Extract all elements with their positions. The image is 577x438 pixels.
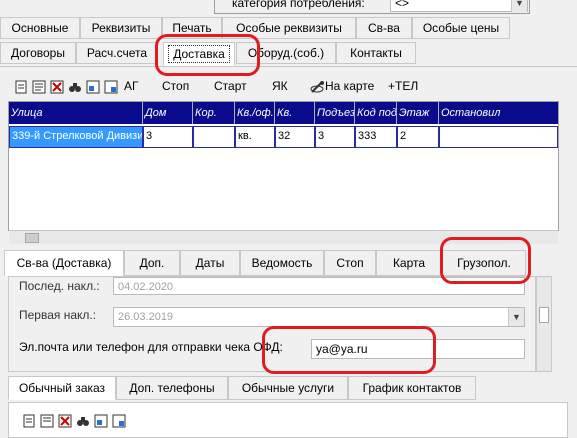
tab-print[interactable]: Печать [162,17,222,39]
cell-stopped[interactable] [439,126,558,148]
info-icon[interactable] [112,414,126,428]
map-button[interactable]: На карте [325,77,374,95]
tab-delivery[interactable]: Доставка [163,42,235,66]
cell-building[interactable] [193,126,235,148]
col-apt-office[interactable]: Кв./оф. [235,102,275,124]
tab-contacts[interactable]: Контакты [336,42,416,64]
yak-button[interactable]: ЯК [272,77,288,95]
bottom-tabs: Обычный заказ Доп. телефоны Обычные услу… [8,376,568,402]
cell-floor[interactable]: 2 [397,126,439,148]
table-header: Улица Дом Кор. Кв./оф. Кв. Подъезд Код п… [9,102,558,124]
col-apt[interactable]: Кв. [275,102,315,124]
tab-map[interactable]: Карта [376,250,442,276]
cell-entrance[interactable]: 3 [315,126,355,148]
chevron-down-icon[interactable]: ▼ [511,0,527,12]
tab-dates[interactable]: Даты [180,250,240,276]
tab-contracts[interactable]: Договоры [0,42,76,64]
tab-basic[interactable]: Основные [0,17,80,39]
add-phone-button[interactable]: +ТЕЛ [388,77,418,95]
ag-button[interactable]: АГ [124,77,139,95]
document-icon[interactable] [14,80,28,94]
toolbar: АГ Стоп Старт ЯК На карте +ТЕЛ [8,77,568,97]
vertical-scrollbar[interactable] [536,276,552,372]
scrollbar-thumb[interactable] [25,233,39,243]
start-button[interactable]: Старт [214,77,247,95]
ofd-label: Эл.почта или телефон для отправки чека О… [19,340,283,354]
horizontal-scrollbar[interactable] [9,230,558,244]
tab-requisites[interactable]: Реквизиты [80,17,162,39]
tab-special-prices[interactable]: Особые цены [412,17,510,39]
tab-stop[interactable]: Стоп [324,250,376,276]
col-floor[interactable]: Этаж [397,102,439,124]
find-icon[interactable] [68,80,82,94]
tab-consignee[interactable]: Грузопол. [442,250,526,276]
address-table: Улица Дом Кор. Кв./оф. Кв. Подъезд Код п… [8,101,559,244]
category-select[interactable]: <> ▼ [390,0,528,12]
col-entrance[interactable]: Подъезд [315,102,355,124]
edit-icon[interactable] [32,80,46,94]
tab-extra-phones[interactable]: Доп. телефоны [116,376,228,400]
col-building[interactable]: Кор. [193,102,235,124]
delete-icon[interactable] [58,414,72,428]
category-value: <> [395,0,410,10]
last-invoice-field[interactable]: 04.02.2020 [113,277,525,295]
cell-street[interactable]: 339-й Стрелковой Дивизии [9,126,143,148]
table-row[interactable]: 339-й Стрелковой Дивизии 3 кв. 32 3 333 … [9,126,558,150]
satellite-icon[interactable] [308,80,326,94]
cell-entrance-code[interactable]: 333 [355,126,397,148]
sub-tabs: Св-ва (Доставка) Доп. Даты Ведомость Сто… [4,248,564,276]
tab-properties[interactable]: Св-ва [356,17,412,39]
top-category-bar: категория потребления: <> ▼ [0,0,577,14]
tab-delivery-properties[interactable]: Св-ва (Доставка) [4,250,124,276]
tab-regular-order[interactable]: Обычный заказ [8,376,116,400]
stop-button[interactable]: Стоп [162,77,189,95]
info-icon[interactable] [104,80,118,94]
tab-equipment[interactable]: Оборуд.(соб.) [236,42,336,64]
tab-special-requisites[interactable]: Особые реквизиты [222,17,356,39]
divider [0,66,577,67]
first-invoice-value: 26.03.2019 [118,311,174,323]
tabs-row-1: Основные Реквизиты Печать Особые реквизи… [0,15,577,39]
col-street[interactable]: Улица [9,102,143,124]
tab-contact-schedule[interactable]: График контактов [348,376,476,400]
tab-accounts[interactable]: Расч.счета [76,42,158,64]
document-icon[interactable] [22,414,36,428]
last-invoice-label: Послед. накл.: [19,279,100,293]
tab-extra[interactable]: Доп. [124,250,180,276]
tab-delivery-label: Доставка [168,45,230,63]
first-invoice-label: Первая накл.: [19,308,97,322]
chevron-down-icon[interactable]: ▼ [508,308,524,326]
first-invoice-field[interactable]: 26.03.2019 ▼ [113,307,525,327]
edit-icon[interactable] [40,414,54,428]
lower-toolbar [22,411,172,431]
cell-apt[interactable]: 32 [275,126,315,148]
col-entrance-code[interactable]: Код под. [355,102,397,124]
col-stopped[interactable]: Остановил [439,102,558,124]
form-panel: Послед. накл.: 04.02.2020 Первая накл.: … [8,276,536,372]
category-label: категория потребления: [232,0,365,10]
delete-icon[interactable] [50,80,64,94]
tab-regular-services[interactable]: Обычные услуги [228,376,348,400]
tabs-row-2: Договоры Расч.счета Доставка Оборуд.(соб… [0,40,577,66]
copy-icon[interactable] [94,414,108,428]
copy-icon[interactable] [86,80,100,94]
tab-statement[interactable]: Ведомость [240,250,324,276]
scrollbar-thumb[interactable] [539,307,549,323]
cell-house[interactable]: 3 [143,126,193,148]
ofd-email-field[interactable]: ya@ya.ru [311,339,525,359]
col-house[interactable]: Дом [143,102,193,124]
cell-apt-office[interactable]: кв. [235,126,275,148]
find-icon[interactable] [76,414,90,428]
